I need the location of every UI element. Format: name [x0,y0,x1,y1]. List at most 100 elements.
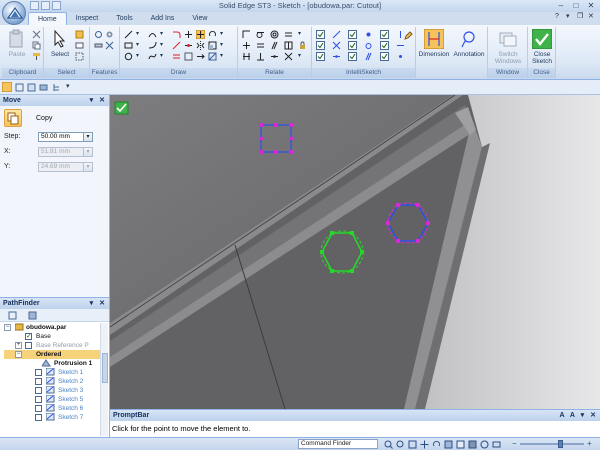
mirror-icon[interactable] [196,41,205,50]
include-icon[interactable] [184,52,193,61]
rectangle-icon[interactable] [124,41,133,50]
copy-toggle-button[interactable] [4,109,22,127]
pencil-icon[interactable] [404,31,413,40]
draw-more-icon[interactable]: ▾ [220,30,229,39]
check-relation-8-icon[interactable] [348,52,357,61]
tree-node-sketch6[interactable]: Sketch 6 [4,404,100,413]
perpendicular-icon[interactable] [256,52,265,61]
close-doc-icon[interactable]: ✕ [588,13,596,21]
dimension-button[interactable]: Dimension [418,29,450,67]
sketch6-checkbox[interactable] [35,405,42,412]
model-view[interactable] [110,95,600,409]
tree-node-protrusion[interactable]: Protrusion 1 [4,359,100,368]
check-relation-6-icon[interactable] [380,41,389,50]
extend-icon[interactable] [172,41,181,50]
relate-more-icon[interactable]: ▾ [298,52,307,61]
cross-icon[interactable] [105,41,114,50]
arc-icon[interactable] [148,30,157,39]
projection-icon[interactable] [208,52,217,61]
connect-icon[interactable] [242,30,251,39]
select-button[interactable]: Select [46,29,74,67]
relation-point-icon[interactable] [396,52,405,61]
move-icon[interactable] [196,30,205,39]
format-painter-icon[interactable] [32,52,41,61]
check-relation-4-icon[interactable] [316,41,325,50]
sketch-view-toggle-icon[interactable] [456,440,465,449]
zoom-slider-knob[interactable] [558,440,563,448]
command-finder-input[interactable]: Command Finder [298,439,378,449]
tree-icon[interactable] [52,83,61,92]
toolbar-dropdown-icon[interactable]: ▾ [66,82,75,91]
zoom-icon[interactable] [396,440,405,449]
stretch-icon[interactable] [196,52,205,61]
relation-cross-icon[interactable] [332,41,341,50]
part-view-icon[interactable] [27,83,36,92]
sketch7-checkbox[interactable] [35,414,42,421]
zoom-in-icon[interactable]: + [587,439,592,448]
rotate-view-icon[interactable] [432,440,441,449]
split-icon[interactable] [184,41,193,50]
line-dropdown-icon[interactable]: ▾ [136,30,145,39]
maintain-icon[interactable] [284,52,293,61]
help-icon[interactable]: ? [555,13,563,21]
circle-dropdown-icon[interactable]: ▾ [136,52,145,61]
curve-dropdown-icon[interactable]: ▾ [160,52,169,61]
select-mode-icon[interactable] [2,82,12,92]
arc-dropdown-icon[interactable]: ▾ [160,30,169,39]
collinear-icon[interactable] [256,41,265,50]
tree-node-sketch3[interactable]: Sketch 3 [4,386,100,395]
sheet-metal-icon[interactable] [94,41,103,50]
rect-dropdown-icon[interactable]: ▾ [136,41,145,50]
tree-node-base[interactable]: Base [4,332,100,341]
tab-view[interactable]: View [183,12,216,25]
gear-icon[interactable] [105,30,114,39]
sketch3-checkbox[interactable] [35,387,42,394]
hole-icon[interactable] [94,30,103,39]
relation-mid-icon[interactable] [332,52,341,61]
base-ref-checkbox[interactable] [25,342,32,349]
sketch-view-icon[interactable] [15,83,24,92]
trim-icon[interactable] [184,30,193,39]
paste-button[interactable]: Paste [3,29,31,67]
lock-icon[interactable] [298,41,307,50]
pathfinder-scrollbar[interactable] [100,323,108,436]
parallel-icon[interactable] [270,41,279,50]
tree-node-sketch7[interactable]: Sketch 7 [4,413,100,422]
curve-icon[interactable] [148,52,157,61]
relation-parallel-icon[interactable] [364,52,373,61]
move-panel-controls[interactable]: ▾ ✕ [90,95,107,106]
pathfinder-filter-icon[interactable] [28,311,37,320]
offset-icon[interactable] [172,52,181,61]
check-relation-9-icon[interactable] [380,52,389,61]
close-sketch-button[interactable]: Close Sketch [528,29,556,67]
application-button[interactable] [2,1,26,25]
view-settings-icon[interactable] [492,440,501,449]
symmetric-icon[interactable] [284,41,293,50]
step-field[interactable]: 50.00 mm [38,132,86,142]
shading-icon[interactable] [468,440,477,449]
relation-tangent-icon[interactable] [364,41,373,50]
pathfinder-controls[interactable]: ▾ ✕ [90,298,107,309]
switch-windows-button[interactable]: Switch Windows [492,29,524,67]
tab-tools[interactable]: Tools [107,12,141,25]
check-relation-1-icon[interactable] [316,30,325,39]
tree-node-root[interactable]: − obudowa.par [4,323,100,332]
rigid-set-icon[interactable] [242,52,251,61]
pan-icon[interactable] [420,440,429,449]
sketch2-checkbox[interactable] [35,378,42,385]
fit-icon[interactable] [408,440,417,449]
pathfinder-scroll-thumb[interactable] [102,353,108,383]
fence-icon[interactable] [75,52,84,61]
tab-inspect[interactable]: Inspect [67,12,108,25]
tree-node-sketch2[interactable]: Sketch 2 [4,377,100,386]
relation-endpoint-icon[interactable] [364,30,373,39]
sketch1-checkbox[interactable] [35,369,42,376]
fillet-icon[interactable] [172,30,181,39]
circle-icon[interactable] [124,52,133,61]
view-orientation-icon[interactable] [444,440,453,449]
step-dropdown-icon[interactable]: ▾ [83,132,93,142]
query-icon[interactable] [75,41,84,50]
restore-icon[interactable]: ❐ [577,13,585,21]
maximize-button[interactable]: □ [569,1,583,11]
transform-dropdown-icon[interactable]: ▾ [220,41,229,50]
